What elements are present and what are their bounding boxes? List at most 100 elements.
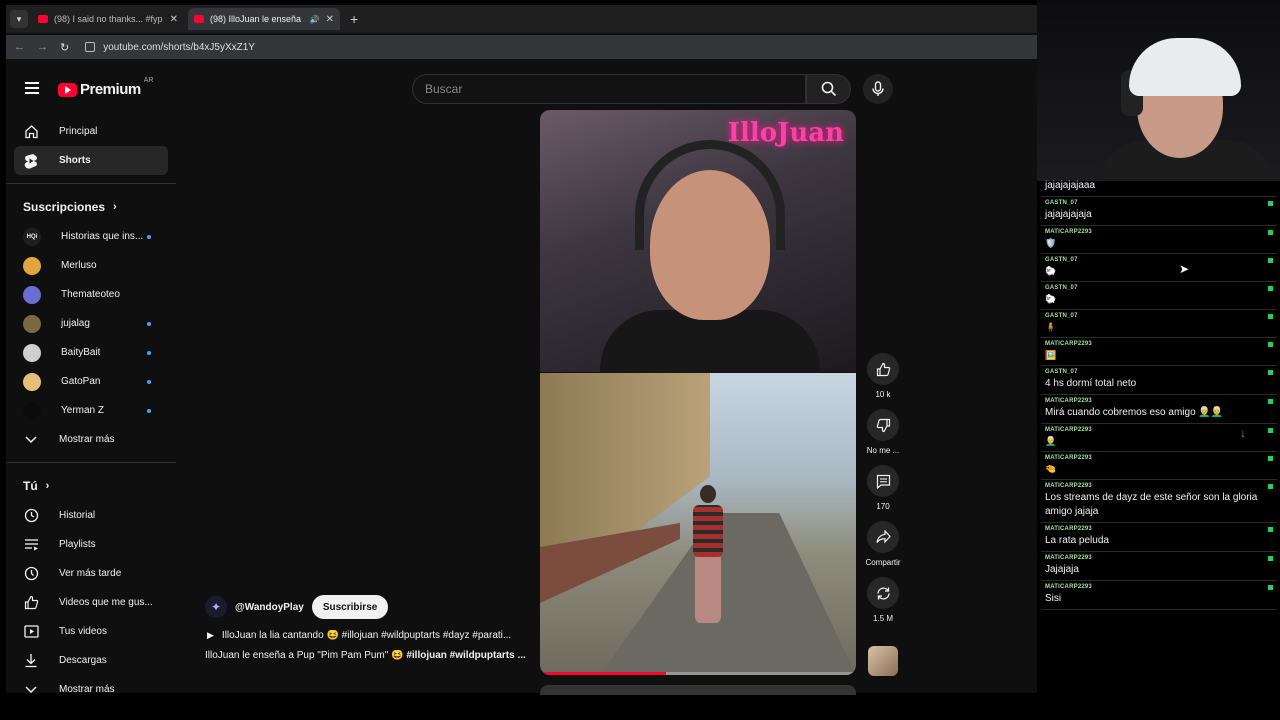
subscriptions-header[interactable]: Suscripciones ›	[6, 192, 176, 222]
related-video-link[interactable]: ▶ IlloJuan la lia cantando 😆 #illojuan #…	[207, 630, 529, 641]
sidebar-item-subscription[interactable]: Yerman Z	[6, 396, 176, 425]
chat-username[interactable]: MATICARP2293	[1045, 555, 1273, 561]
your-videos-icon	[23, 624, 39, 640]
chat-username[interactable]: GASTN_07	[1045, 313, 1273, 319]
chat-username[interactable]: MATICARP2293	[1045, 341, 1273, 347]
comments-button[interactable]	[867, 465, 899, 497]
sidebar-item-tus-videos[interactable]: Tus videos	[6, 617, 176, 646]
video-caption[interactable]: IlloJuan le enseña a Pup "Pim Pam Pum" 😆…	[205, 650, 529, 661]
like-button[interactable]	[867, 353, 899, 385]
chat-message: MATICARP2293 🤏	[1041, 452, 1277, 480]
sidebar-item-subscription[interactable]: BaityBait	[6, 338, 176, 367]
sidebar-item-label: Playlists	[59, 539, 96, 550]
menu-icon[interactable]	[25, 82, 39, 97]
downloads-icon	[23, 653, 39, 669]
chat-message-text: Mirá cuando cobremos eso amigo 👨‍🦳👨‍🦳	[1045, 407, 1224, 418]
sidebar-item-label: Ver más tarde	[59, 568, 122, 579]
chevron-right-icon: ›	[45, 480, 50, 492]
youtube-logo[interactable]: Premium AR	[58, 77, 153, 98]
chat-username[interactable]: MATICARP2293	[1045, 584, 1273, 590]
sidebar-item-descargas[interactable]: Descargas	[6, 646, 176, 675]
remix-button[interactable]	[867, 577, 899, 609]
remix-count: 1.5 M	[872, 614, 893, 623]
sidebar-item-label: Descargas	[59, 655, 107, 666]
chat-badge-icon	[1268, 314, 1273, 319]
chat-badge-icon	[1268, 456, 1273, 461]
video-progress-bar[interactable]	[540, 672, 856, 675]
sidebar-item-historial[interactable]: Historial	[6, 501, 176, 530]
sidebar-item-label: BaityBait	[61, 347, 101, 358]
share-button[interactable]	[867, 521, 899, 553]
chat-badge-icon	[1268, 342, 1273, 347]
voice-search-button[interactable]	[863, 74, 893, 104]
tab-search-button[interactable]: ▾	[10, 10, 28, 28]
new-content-dot	[147, 380, 151, 384]
chat-username[interactable]: MATICARP2293	[1045, 455, 1273, 461]
share-icon	[875, 530, 891, 544]
sidebar-item-subscription[interactable]: Thematеoteo	[6, 280, 176, 309]
sound-thumbnail[interactable]	[868, 646, 898, 676]
chat-message: MATICARP2293 La rata peluda	[1041, 523, 1277, 552]
search-button[interactable]	[806, 74, 851, 104]
subscribe-button[interactable]: Suscribirse	[311, 595, 389, 619]
chat-emote: 🧍	[1045, 322, 1057, 332]
sidebar-item-subscription[interactable]: GatoPan	[6, 367, 176, 396]
url-field[interactable]: youtube.com/shorts/b4xJ5yXxZ1Y	[85, 42, 255, 53]
chat-username[interactable]: GASTN_07	[1045, 369, 1273, 375]
chat-message: MATICARP2293 Jajajaja	[1041, 552, 1277, 581]
search-input[interactable]: Buscar	[412, 74, 806, 104]
chat-badge-icon	[1268, 556, 1273, 561]
audio-playing-icon[interactable]: 🔊	[310, 15, 320, 24]
chat-username[interactable]: GASTN_07	[1045, 200, 1273, 206]
chat-username[interactable]: MATICARP2293	[1045, 427, 1273, 433]
chat-message: MATICARP2293 Mirá cuando cobremos eso ami…	[1041, 395, 1277, 424]
sidebar-item-subscription[interactable]: HQi Historias que ins...	[6, 222, 176, 251]
chat-username[interactable]: MATICARP2293	[1045, 526, 1273, 532]
sidebar-item-principal[interactable]: Principal	[6, 117, 176, 146]
sidebar-item-ver-mas-tarde[interactable]: Ver más tarde	[6, 559, 176, 588]
sidebar-item-subscription[interactable]: jujalag	[6, 309, 176, 338]
browser-window: ▾ (98) I said no thanks... #fyp #co ✕ (9…	[6, 5, 1037, 695]
chat-badge-icon	[1268, 527, 1273, 532]
sidebar-item-label: Historial	[59, 510, 96, 521]
chat-badge-icon	[1268, 399, 1273, 404]
forward-icon[interactable]: →	[37, 41, 48, 53]
channel-name[interactable]: @WandoyPlay	[235, 602, 304, 613]
divider	[6, 462, 176, 463]
chat-badge-icon	[1268, 370, 1273, 375]
channel-avatar[interactable]: ✦	[205, 596, 227, 618]
close-tab-icon[interactable]: ✕	[170, 14, 178, 25]
chat-emote: 🐑	[1045, 294, 1057, 304]
chat-username[interactable]: GASTN_07	[1045, 285, 1273, 291]
tab-1[interactable]: (98) I said no thanks... #fyp #co ✕	[32, 8, 184, 30]
next-short-preview[interactable]	[540, 685, 856, 695]
sidebar-item-liked-videos[interactable]: Videos que me gus...	[6, 588, 176, 617]
progress-fill	[540, 672, 667, 675]
channel-avatar	[23, 401, 41, 420]
site-info-icon[interactable]	[85, 42, 96, 52]
chat-badge-icon	[1268, 585, 1273, 590]
dislike-button[interactable]	[867, 409, 899, 441]
sidebar-item-subscription[interactable]: Merluso	[6, 251, 176, 280]
channel-row: ✦ @WandoyPlay Suscribirse	[205, 595, 389, 619]
show-more-button-2[interactable]: Mostrar más	[6, 675, 176, 693]
chat-username[interactable]: MATICARP2293	[1045, 483, 1273, 489]
action-rail: 10 k No me ... 170 Compartir 1.5 M	[862, 353, 904, 633]
chat-message: GASTN_07 🧍	[1041, 310, 1277, 338]
reload-icon[interactable]: ↻	[60, 41, 69, 54]
chat-username[interactable]: GASTN_07	[1045, 257, 1273, 263]
chat-username[interactable]: MATICARP2293	[1045, 398, 1273, 404]
sidebar-item-playlists[interactable]: Playlists	[6, 530, 176, 559]
chat-username[interactable]: MATICARP2293	[1045, 229, 1273, 235]
close-tab-icon[interactable]: ✕	[326, 14, 334, 25]
tab-2[interactable]: (98) IlloJuan le enseña a Pu 🔊 ✕	[188, 8, 340, 30]
show-more-button[interactable]: Mostrar más	[6, 425, 176, 454]
scroll-down-icon[interactable]: ↓	[1240, 426, 1246, 440]
new-tab-button[interactable]: +	[350, 11, 358, 27]
back-icon[interactable]: ←	[14, 41, 25, 53]
short-video-player[interactable]: IlloJuan	[540, 110, 856, 675]
chat-emote: 👨‍🦳	[1045, 436, 1057, 446]
cap	[1129, 38, 1241, 96]
you-header[interactable]: Tú ›	[6, 471, 176, 501]
sidebar-item-shorts[interactable]: Shorts	[14, 146, 168, 175]
